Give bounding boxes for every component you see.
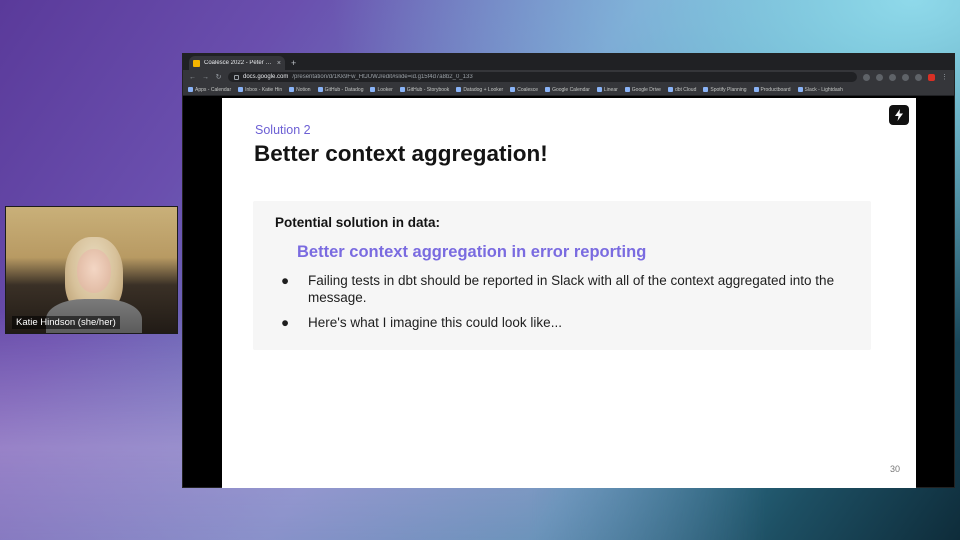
slide-title: Better context aggregation! <box>254 141 548 166</box>
tab-title: Coalesce 2022 - Peter Keen... <box>204 60 273 66</box>
extensions-icon[interactable] <box>915 73 922 81</box>
bookmark-item[interactable]: Google Calendar <box>545 87 590 93</box>
reload-icon[interactable]: ↻ <box>215 73 222 81</box>
bookmark-item[interactable]: GitHub - Storybook <box>399 87 449 93</box>
bookmark-icon <box>289 87 295 92</box>
solution-callout: Potential solution in data: Better conte… <box>253 201 871 350</box>
address-bar[interactable]: docs.google.com /presentation/d/1Kk9Fw_H… <box>228 72 857 82</box>
share-icon[interactable] <box>876 73 883 81</box>
profile-icon[interactable] <box>902 73 909 81</box>
extension-red-icon[interactable] <box>928 73 935 81</box>
bookmark-icon <box>545 87 551 92</box>
back-arrow-icon[interactable]: ← <box>189 74 196 81</box>
browser-toolbar: ← → ↻ docs.google.com /presentation/d/1K… <box>183 70 954 84</box>
callout-subheading: Better context aggregation in error repo… <box>297 243 647 261</box>
bookmark-item[interactable]: Google Drive <box>624 87 661 93</box>
bookmark-item[interactable]: Inbox - Katie Hin <box>238 87 282 93</box>
bookmark-icon <box>624 87 630 92</box>
bullet-item: ● Here's what I imagine this could look … <box>281 314 841 331</box>
bookmark-icon <box>456 87 462 92</box>
browser-tab[interactable]: Coalesce 2022 - Peter Keen... × <box>189 56 285 70</box>
bookmark-icon <box>797 87 803 92</box>
slides-favicon-icon <box>193 59 200 67</box>
tab-strip: Coalesce 2022 - Peter Keen... × + <box>183 54 954 70</box>
url-host: docs.google.com <box>243 74 289 80</box>
bullet-dot-icon: ● <box>281 315 290 330</box>
bookmark-item[interactable]: Coalesce <box>510 87 538 93</box>
bookmark-item[interactable]: GitHub - Datadog <box>317 87 363 93</box>
menu-kebab-icon[interactable]: ⋮ <box>941 73 948 81</box>
browser-window: Coalesce 2022 - Peter Keen... × + ← → ↻ … <box>182 53 955 488</box>
new-tab-button[interactable]: + <box>291 56 296 70</box>
bullet-text: Here's what I imagine this could look li… <box>308 315 562 330</box>
bullet-item: ● Failing tests in dbt should be reporte… <box>281 272 841 306</box>
slide-kicker: Solution 2 <box>255 123 311 137</box>
bookmark-icon <box>188 87 193 92</box>
bookmark-item[interactable]: Apps - Calendar <box>188 87 231 93</box>
bookmark-item[interactable]: Slack - Lightdash <box>797 87 843 93</box>
participant-face <box>77 249 111 293</box>
bullet-list: ● Failing tests in dbt should be reporte… <box>281 272 841 339</box>
slide-page-number: 30 <box>889 464 900 474</box>
bookmark-icon <box>399 87 405 92</box>
url-path: /presentation/d/1Kk9Fw_HtJUWJ/edit#slide… <box>292 74 473 80</box>
bookmark-icon <box>370 87 376 92</box>
bookmark-item[interactable]: Datadog + Looker <box>456 87 503 93</box>
zoom-icon[interactable] <box>863 73 870 81</box>
bookmark-item[interactable]: Looker <box>370 87 393 93</box>
lightning-bolt-icon[interactable] <box>889 105 909 125</box>
forward-arrow-icon[interactable]: → <box>202 74 209 81</box>
bookmark-icon <box>317 87 323 92</box>
bookmark-icon <box>238 87 244 92</box>
bookmark-item[interactable]: Notion <box>289 87 311 93</box>
bookmark-icon <box>596 87 602 92</box>
lock-icon <box>234 74 239 80</box>
bookmark-icon <box>753 87 759 92</box>
tab-close-icon[interactable]: × <box>277 60 281 67</box>
presentation-slide: Solution 2 Better context aggregation! P… <box>222 98 916 488</box>
bookmark-icon <box>703 87 709 92</box>
bullet-dot-icon: ● <box>281 273 290 288</box>
star-icon[interactable] <box>889 73 896 81</box>
bookmark-icon <box>510 87 516 92</box>
participant-name-tag: Katie Hindson (she/her) <box>12 316 120 329</box>
participant-video-tile[interactable]: Katie Hindson (she/her) <box>5 206 178 334</box>
bookmark-item[interactable]: Linear <box>596 87 618 93</box>
callout-heading: Potential solution in data: <box>275 215 440 230</box>
bookmark-item[interactable]: dbt Cloud <box>667 87 696 93</box>
bookmark-item[interactable]: Spotify Planning <box>703 87 747 93</box>
bullet-text: Failing tests in dbt should be reported … <box>308 273 835 305</box>
bookmark-icon <box>667 87 673 92</box>
bookmarks-bar: Apps - Calendar Inbox - Katie Hin Notion… <box>183 84 954 96</box>
bookmark-item[interactable]: Productboard <box>753 87 791 93</box>
